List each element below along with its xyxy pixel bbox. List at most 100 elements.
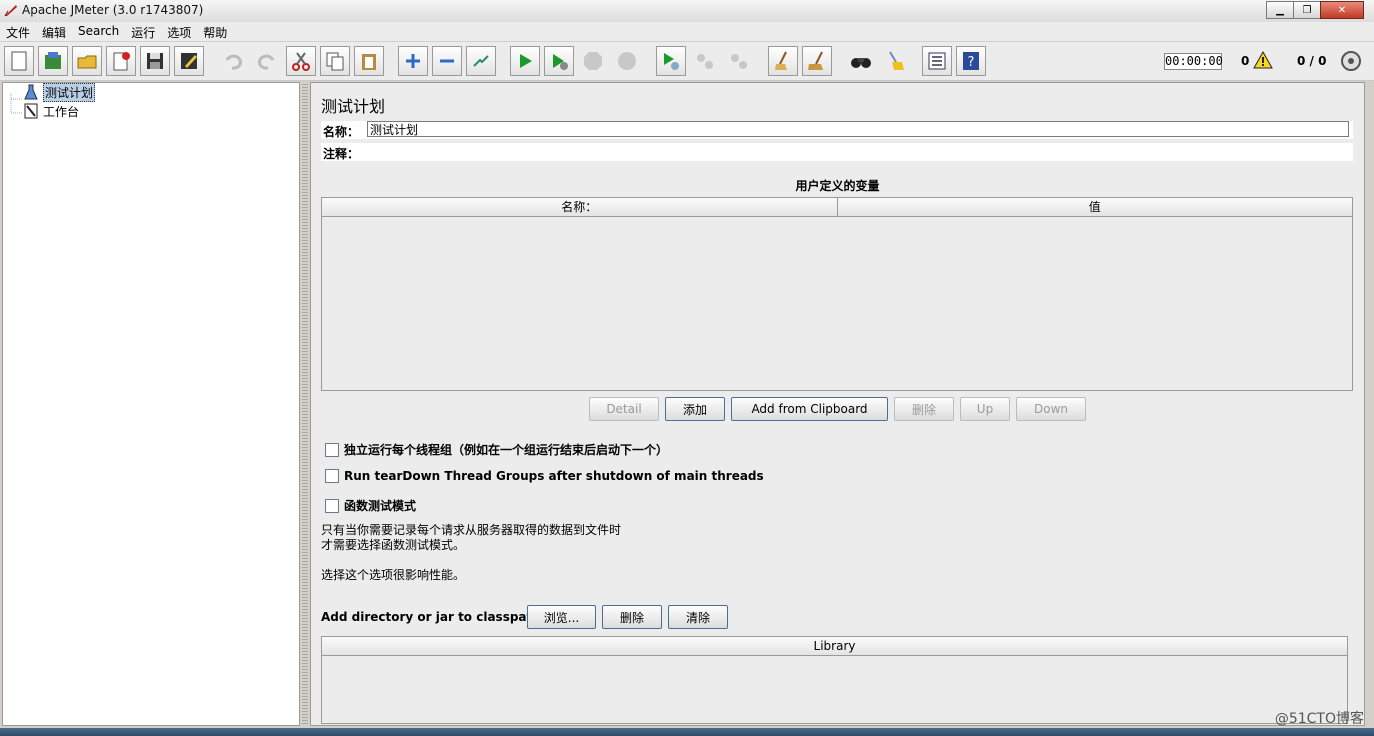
remote-start-button[interactable]	[656, 46, 686, 76]
workbench-icon	[24, 103, 38, 119]
menu-help[interactable]: 帮助	[197, 22, 233, 41]
user-variables-table[interactable]: 名称： 值	[321, 197, 1353, 391]
shutdown-button[interactable]	[612, 46, 642, 76]
delete-button[interactable]: 删除	[894, 397, 954, 421]
menu-run[interactable]: 运行	[125, 22, 161, 41]
toggle-icon	[473, 55, 489, 67]
list-icon	[928, 52, 946, 70]
teardown-on-shutdown-checkbox[interactable]: Run tearDown Thread Groups after shutdow…	[325, 469, 764, 483]
function-helper-button[interactable]	[922, 46, 952, 76]
menu-options[interactable]: 选项	[161, 22, 197, 41]
toggle-button[interactable]	[466, 46, 496, 76]
warning-icon[interactable]	[1253, 51, 1273, 69]
undo-button[interactable]	[218, 46, 248, 76]
remote-shutdown-button[interactable]	[724, 46, 754, 76]
detail-button[interactable]: Detail	[589, 397, 659, 421]
menu-bar: 文件 编辑 Search 运行 选项 帮助	[0, 22, 1374, 41]
tree-item-workbench[interactable]: 工作台	[13, 102, 79, 120]
column-value[interactable]: 值	[836, 198, 1353, 216]
column-library[interactable]: Library	[322, 637, 1347, 655]
serialize-threadgroups-checkbox[interactable]: 独立运行每个线程组（例如在一个组运行结束后启动下一个）	[325, 441, 668, 458]
test-tree: 测试计划 工作台	[2, 82, 300, 726]
open-button[interactable]	[72, 46, 102, 76]
comment-input[interactable]	[367, 143, 1349, 159]
save-as-button[interactable]	[174, 46, 204, 76]
classpath-clear-button[interactable]: 清除	[668, 605, 728, 629]
browse-button[interactable]: 浏览...	[527, 605, 596, 629]
scissors-icon	[292, 52, 310, 71]
checkbox-box[interactable]	[325, 442, 339, 457]
stop-button[interactable]	[578, 46, 608, 76]
collapse-button[interactable]	[432, 46, 462, 76]
remote-shutdown-icon	[731, 54, 747, 69]
templates-icon	[45, 52, 61, 69]
variables-button-row: Detail 添加 Add from Clipboard 删除 Up Down	[311, 397, 1364, 421]
new-button[interactable]	[4, 46, 34, 76]
column-name[interactable]: 名称：	[322, 198, 837, 216]
save-button[interactable]	[140, 46, 170, 76]
reset-broom-icon	[889, 51, 904, 70]
table-header: 名称： 值	[322, 198, 1352, 217]
classpath-buttons: 浏览... 删除 清除	[527, 605, 728, 629]
watermark: @51CTO博客	[1274, 711, 1364, 727]
paste-button[interactable]	[354, 46, 384, 76]
remote-settings-icon[interactable]	[1340, 50, 1362, 72]
checkbox-box[interactable]	[325, 498, 339, 513]
classpath-delete-button[interactable]: 删除	[602, 605, 662, 629]
templates-button[interactable]	[38, 46, 68, 76]
checkbox-label: 独立运行每个线程组（例如在一个组运行结束后启动下一个）	[344, 443, 669, 457]
functional-mode-checkbox[interactable]: 函数测试模式	[325, 497, 416, 514]
add-button[interactable]: 添加	[665, 397, 725, 421]
checkbox-label: Run tearDown Thread Groups after shutdow…	[344, 469, 764, 483]
start-no-pause-button[interactable]	[544, 46, 574, 76]
name-row: 名称：	[321, 121, 1353, 139]
help-button[interactable]: ?	[956, 46, 986, 76]
search-button[interactable]	[846, 46, 876, 76]
menu-edit[interactable]: 编辑	[36, 22, 72, 41]
add-from-clipboard-button[interactable]: Add from Clipboard	[731, 397, 888, 421]
title-bar: Apache JMeter (3.0 r1743807) ▁ ❐ ✕	[0, 0, 1374, 23]
open-folder-icon	[77, 55, 97, 69]
pane-splitter[interactable]	[302, 82, 308, 724]
test-plan-icon	[24, 84, 38, 100]
close-button[interactable]: ✕	[1320, 1, 1364, 19]
clipboard-icon	[362, 54, 376, 70]
menu-file[interactable]: 文件	[0, 22, 36, 41]
redo-button[interactable]	[252, 46, 282, 76]
os-taskbar	[0, 728, 1374, 736]
reset-search-button[interactable]	[880, 46, 910, 76]
copy-icon	[326, 52, 344, 71]
broom-icon	[775, 51, 787, 70]
expand-button[interactable]	[398, 46, 428, 76]
clear-all-broom-icon	[808, 51, 823, 70]
maximize-button[interactable]: ❐	[1293, 1, 1321, 19]
binoculars-icon	[851, 58, 871, 68]
minimize-button[interactable]: ▁	[1266, 1, 1294, 19]
checkbox-box[interactable]	[325, 469, 339, 483]
start-button[interactable]	[510, 46, 540, 76]
remote-stop-icon	[697, 54, 713, 69]
comment-row: 注释：	[321, 143, 1353, 161]
functional-mode-note-2: 才需要选择函数测试模式。	[321, 538, 466, 552]
tree-item-label: 工作台	[43, 104, 80, 119]
stop-icon	[584, 52, 602, 70]
down-button[interactable]: Down	[1016, 397, 1086, 421]
close-plan-button[interactable]	[106, 46, 136, 76]
up-button[interactable]: Up	[960, 397, 1010, 421]
save-as-icon	[181, 53, 197, 69]
remote-stop-button[interactable]	[690, 46, 720, 76]
menu-search[interactable]: Search	[72, 22, 125, 41]
clear-all-button[interactable]	[802, 46, 832, 76]
new-file-icon	[11, 51, 27, 71]
copy-button[interactable]	[320, 46, 350, 76]
undo-icon	[225, 54, 243, 70]
cut-button[interactable]	[286, 46, 316, 76]
close-file-icon	[113, 52, 130, 71]
plus-icon	[406, 54, 420, 68]
tree-item-test-plan[interactable]: 测试计划	[13, 82, 96, 102]
redo-icon	[257, 54, 275, 70]
name-input[interactable]	[367, 121, 1349, 137]
page-title: 测试计划	[321, 97, 386, 116]
clear-button[interactable]	[768, 46, 798, 76]
library-table[interactable]: Library	[321, 636, 1348, 724]
